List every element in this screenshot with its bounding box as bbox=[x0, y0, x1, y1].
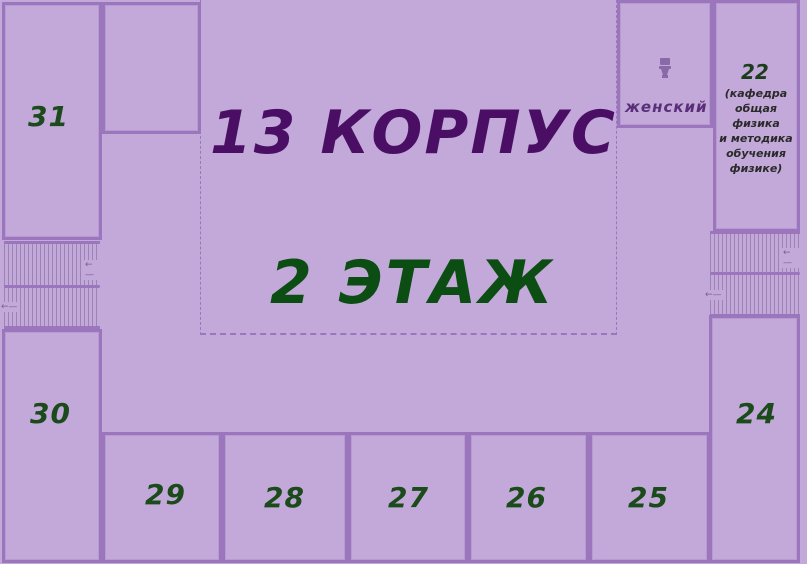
room-24[interactable] bbox=[709, 315, 800, 563]
room-unnamed-top[interactable] bbox=[102, 2, 201, 134]
room-29-number: 29 bbox=[145, 478, 186, 511]
department-description: (кафедра общая физика и методика обучени… bbox=[716, 86, 796, 176]
room-25-number: 25 bbox=[628, 481, 669, 514]
room-27-number: 27 bbox=[388, 481, 429, 514]
department-line: физике) bbox=[729, 162, 783, 175]
department-line: обучения bbox=[726, 147, 786, 160]
toilet-icon bbox=[659, 58, 671, 78]
toilet-label: женский bbox=[625, 98, 708, 116]
room-26-number: 26 bbox=[506, 481, 547, 514]
stair-arrow-icon: ←— bbox=[84, 260, 100, 280]
room-28-number: 28 bbox=[264, 481, 305, 514]
room-30[interactable] bbox=[2, 329, 102, 563]
stair-arrow-icon: ←— bbox=[0, 302, 19, 312]
department-line: общая bbox=[735, 102, 777, 115]
left-staircase: ←— ←— bbox=[0, 241, 100, 329]
stair-arrow-icon: ←— bbox=[782, 248, 800, 268]
department-line: физика bbox=[732, 117, 780, 130]
stair-arrow-icon: ←— bbox=[704, 290, 723, 300]
building-title: 13 КОРПУС bbox=[210, 98, 617, 168]
right-staircase: ←— ←— bbox=[704, 231, 800, 317]
room-24-number: 24 bbox=[736, 397, 777, 430]
left-staircase-landing bbox=[4, 285, 100, 288]
department-line: и методика bbox=[719, 132, 793, 145]
room-22-number: 22 bbox=[741, 60, 769, 84]
right-staircase-landing bbox=[710, 272, 800, 275]
room-31-number: 31 bbox=[28, 100, 69, 133]
floor-title: 2 ЭТАЖ bbox=[270, 248, 556, 318]
department-line: (кафедра bbox=[724, 87, 788, 100]
room-30-number: 30 bbox=[30, 397, 71, 430]
floor-plan: 31 ←— ←— 30 29 28 27 26 25 24 ←— ←— женс… bbox=[0, 0, 807, 564]
